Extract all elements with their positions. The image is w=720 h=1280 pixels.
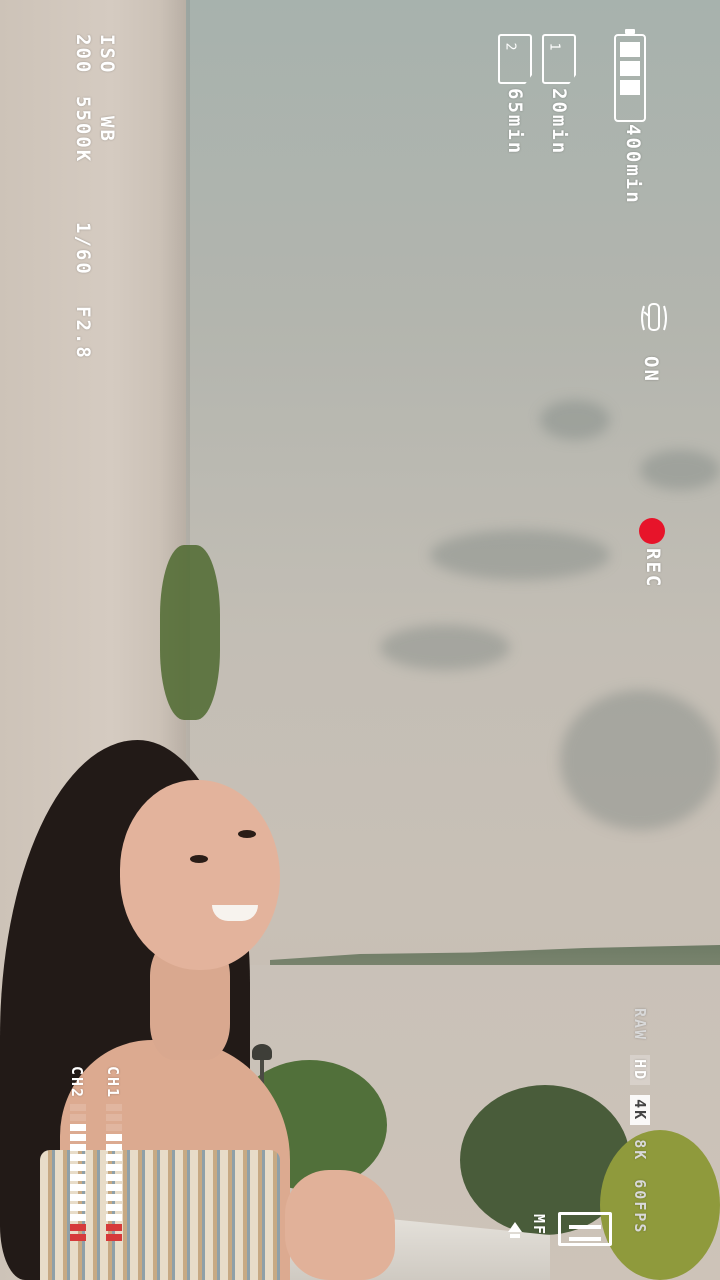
ch2-label: CH2	[68, 1066, 86, 1100]
meter-segment	[70, 1114, 86, 1121]
meter-segment	[106, 1214, 122, 1221]
meter-segment	[106, 1154, 122, 1161]
hd-badge[interactable]: HD	[630, 1055, 650, 1086]
meter-segment	[70, 1124, 86, 1131]
meter-segment	[106, 1204, 122, 1211]
8k-badge[interactable]: 8K	[630, 1135, 650, 1165]
meter-segment	[70, 1184, 86, 1191]
leaves	[160, 545, 220, 720]
battery-remaining: 400min	[622, 124, 644, 205]
focus-mode[interactable]: MF	[530, 1214, 548, 1236]
meter-segment	[70, 1224, 86, 1231]
meter-segment	[70, 1214, 86, 1221]
ch1-label: CH1	[104, 1066, 122, 1100]
meter-segment	[70, 1204, 86, 1211]
fps-badge[interactable]: 60FPS	[630, 1175, 650, 1238]
wb-label: WB	[96, 116, 118, 143]
meter-segment	[106, 1114, 122, 1121]
meter-segment	[106, 1104, 122, 1111]
aperture: F2.8	[72, 306, 94, 360]
meter-segment	[106, 1174, 122, 1181]
camera-viewfinder: ISO WB 200 5500K 1/60 F2.8 400min 1 20mi…	[0, 0, 720, 1280]
meter-segment	[70, 1164, 86, 1171]
shutter-speed: 1/60	[72, 222, 94, 276]
iso-label: ISO	[96, 34, 118, 75]
meter-segment	[70, 1154, 86, 1161]
meter-segment	[106, 1124, 122, 1131]
cloud	[640, 450, 720, 490]
meter-segment	[106, 1184, 122, 1191]
stabilizer-hand-icon	[638, 296, 670, 340]
meter-segment	[70, 1144, 86, 1151]
meter-segment	[70, 1174, 86, 1181]
wb-value: 5500K	[72, 96, 94, 164]
storage-1-remaining: 20min	[548, 88, 570, 156]
cloud	[540, 400, 610, 440]
audio-meter-ch1	[106, 1104, 122, 1254]
raw-badge[interactable]: RAW	[630, 1004, 650, 1045]
meter-segment	[106, 1224, 122, 1231]
storage-card-icon: 1	[542, 34, 576, 84]
focus-pointer-icon	[508, 1222, 522, 1242]
cloud	[380, 625, 510, 670]
4k-badge[interactable]: 4K	[630, 1095, 650, 1126]
format-badges: RAW HD 4K 8K 60FPS	[630, 1004, 650, 1248]
record-dot-icon[interactable]	[639, 518, 665, 544]
meter-segment	[106, 1144, 122, 1151]
meter-segment	[106, 1194, 122, 1201]
manual-mode-icon[interactable]	[558, 1212, 612, 1246]
iso-value: 200	[72, 34, 94, 75]
person-hand	[285, 1170, 395, 1280]
bush	[600, 1130, 720, 1280]
battery-icon	[614, 29, 646, 122]
storage-card-icon: 2	[498, 34, 532, 84]
cloud	[560, 690, 720, 830]
rec-label: REC	[642, 548, 664, 589]
meter-segment	[70, 1104, 86, 1111]
cloud	[430, 530, 610, 580]
storage-2-remaining: 65min	[504, 88, 526, 156]
meter-segment	[106, 1164, 122, 1171]
meter-segment	[70, 1194, 86, 1201]
meter-segment	[106, 1134, 122, 1141]
meter-segment	[70, 1234, 86, 1241]
meter-segment	[106, 1234, 122, 1241]
person-face	[120, 780, 280, 970]
stabilization-state: ON	[640, 356, 662, 383]
audio-meter-ch2	[70, 1104, 86, 1254]
meter-segment	[70, 1134, 86, 1141]
